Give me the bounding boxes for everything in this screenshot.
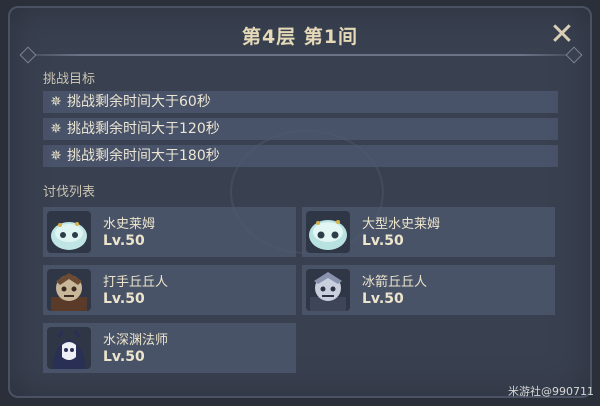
hydro-slime-portrait	[47, 211, 91, 253]
enemy-name: 水深渊法师	[103, 333, 169, 348]
objective-row: ✵ 挑战剩余时间大于180秒	[43, 145, 558, 167]
header-divider	[26, 54, 574, 56]
enemy-level: Lv.50	[362, 233, 404, 249]
enemy-card-hydro-slime[interactable]: 水史莱姆 Lv.50	[43, 207, 296, 257]
objective-row: ✵ 挑战剩余时间大于60秒	[43, 91, 558, 113]
enemy-level: Lv.50	[103, 233, 145, 249]
enemy-name: 打手丘丘人	[103, 275, 169, 290]
enemy-card-cryo-hilichurl-shooter[interactable]: 冰箭丘丘人 Lv.50	[302, 265, 555, 315]
large-hydro-slime-portrait	[306, 211, 350, 253]
objective-row: ✵ 挑战剩余时间大于120秒	[43, 118, 558, 140]
enemy-name: 冰箭丘丘人	[362, 275, 428, 290]
star-icon: ✵	[50, 94, 62, 110]
hydro-abyss-mage-portrait	[47, 327, 91, 369]
objective-text: 挑战剩余时间大于120秒	[67, 121, 220, 137]
enemy-card-hilichurl-fighter[interactable]: 打手丘丘人 Lv.50	[43, 265, 296, 315]
enemy-name: 水史莱姆	[103, 217, 156, 232]
enemy-level: Lv.50	[103, 291, 145, 307]
close-icon[interactable]: ✕	[548, 20, 576, 50]
enemy-card-hydro-abyss-mage[interactable]: 水深渊法师 Lv.50	[43, 323, 296, 373]
star-icon: ✵	[50, 121, 62, 137]
enemy-card-large-hydro-slime[interactable]: 大型水史莱姆 Lv.50	[302, 207, 555, 257]
star-icon: ✵	[50, 148, 62, 164]
page-title: 第4层 第1间	[241, 26, 359, 48]
watermark: 米游社@990711	[508, 385, 594, 398]
enemy-name: 大型水史莱姆	[362, 217, 441, 232]
enemy-level: Lv.50	[103, 349, 145, 365]
cryo-hilichurl-shooter-portrait	[306, 269, 350, 311]
objective-text: 挑战剩余时间大于180秒	[67, 148, 220, 164]
hilichurl-fighter-portrait	[47, 269, 91, 311]
enemy-list-label: 讨伐列表	[43, 185, 96, 200]
objective-text: 挑战剩余时间大于60秒	[67, 94, 211, 110]
objectives-label: 挑战目标	[43, 72, 96, 87]
enemy-level: Lv.50	[362, 291, 404, 307]
